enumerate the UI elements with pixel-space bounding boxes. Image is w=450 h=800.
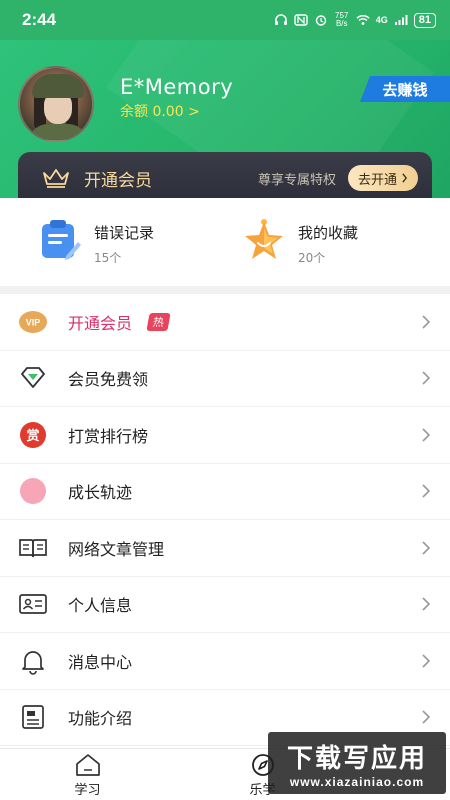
menu-item-growth[interactable]: 成长轨迹	[0, 464, 450, 520]
watermark-title: 下载写应用	[286, 743, 427, 774]
menu-label: 个人信息	[68, 596, 133, 616]
menu-item-message-center[interactable]: 消息中心	[0, 633, 450, 690]
reward-icon: 赏	[18, 420, 48, 450]
tab-label: 学习	[74, 783, 101, 798]
vip-card-subtitle: 尊享专属特权	[257, 172, 336, 188]
balance-link[interactable]: 余额 0.00 >	[120, 101, 200, 121]
svg-text:VIP: VIP	[26, 317, 41, 327]
error-records-entry[interactable]: 错误记录 15个	[36, 216, 154, 266]
chevron-right-icon	[422, 654, 431, 668]
open-vip-button-label: 去开通	[357, 172, 397, 188]
diamond-icon	[18, 363, 48, 393]
favorites-entry[interactable]: 我的收藏 20个	[240, 216, 358, 266]
chevron-right-icon	[422, 428, 431, 442]
document-icon	[18, 702, 48, 732]
avatar[interactable]	[18, 66, 94, 142]
menu-item-reward-ranking[interactable]: 赏 打赏排行榜	[0, 407, 450, 464]
signal-icon	[394, 15, 408, 25]
menu-label: 成长轨迹	[68, 483, 133, 503]
open-vip-button[interactable]: 去开通	[347, 165, 418, 191]
earn-money-button[interactable]: 去赚钱	[360, 76, 450, 102]
vip-card-title: 开通会员	[84, 170, 152, 191]
nfc-icon	[294, 14, 308, 26]
battery-indicator: 81	[413, 12, 436, 28]
menu-label: 功能介绍	[68, 709, 133, 729]
status-time: 2:44	[22, 10, 57, 29]
net-speed: 757 B/s	[335, 11, 349, 28]
signal-label: 4G	[375, 15, 388, 25]
chevron-right-icon	[402, 173, 408, 183]
username: E*Memory	[120, 75, 234, 99]
menu-item-open-vip[interactable]: VIP 开通会员 热	[0, 294, 450, 351]
menu-label: 网络文章管理	[68, 539, 165, 559]
favorites-title: 我的收藏	[298, 224, 359, 242]
bell-icon	[18, 646, 48, 676]
book-icon	[18, 533, 48, 563]
menu-item-article-management[interactable]: 网络文章管理	[0, 520, 450, 577]
growth-icon	[18, 476, 48, 506]
section-divider	[0, 286, 450, 294]
chevron-right-icon	[422, 541, 431, 555]
crown-icon	[43, 169, 69, 188]
menu-label: 消息中心	[68, 652, 133, 672]
wifi-icon	[356, 15, 370, 25]
site-watermark: 下载写应用 www.xiazainiao.com	[268, 732, 446, 794]
quick-entries: 错误记录 15个 我的收藏 20个	[0, 198, 450, 286]
id-card-icon	[18, 589, 48, 619]
error-records-title: 错误记录	[94, 224, 155, 242]
watermark-url: www.xiazainiao.com	[289, 774, 425, 789]
clipboard-icon	[42, 220, 81, 260]
chevron-right-icon	[422, 710, 431, 724]
chevron-right-icon	[422, 315, 431, 329]
menu-label: 会员免费领	[68, 370, 149, 390]
chevron-right-icon	[422, 484, 431, 498]
chevron-right-icon	[422, 371, 431, 385]
menu-item-personal-info[interactable]: 个人信息	[0, 577, 450, 633]
error-records-count: 15个	[94, 251, 122, 265]
vip-icon: VIP	[18, 307, 48, 337]
vip-card[interactable]: 开通会员 尊享专属特权 去开通	[18, 152, 432, 198]
headphones-icon	[274, 14, 287, 25]
favorites-count: 20个	[298, 251, 326, 265]
menu-list: VIP 开通会员 热 会员免费领 赏 打赏排行榜 成长轨迹 网络文章管理 个人信…	[0, 294, 450, 746]
menu-label: 打赏排行榜	[68, 426, 149, 446]
menu-item-free-vip[interactable]: 会员免费领	[0, 351, 450, 407]
hot-badge: 热	[146, 312, 171, 331]
home-icon	[75, 754, 100, 776]
menu-label: 开通会员	[68, 313, 133, 333]
status-bar: 2:44 757 B/s 4G 81	[0, 0, 450, 40]
status-icons: 757 B/s 4G 81	[274, 12, 436, 28]
star-icon	[245, 219, 283, 259]
profile-header: E*Memory 余额 0.00 > 去赚钱 开通会员 尊享专属特权 去开通	[0, 40, 450, 198]
chevron-right-icon	[422, 597, 431, 611]
tab-study[interactable]: 学习	[0, 749, 175, 800]
alarm-icon	[315, 15, 326, 26]
